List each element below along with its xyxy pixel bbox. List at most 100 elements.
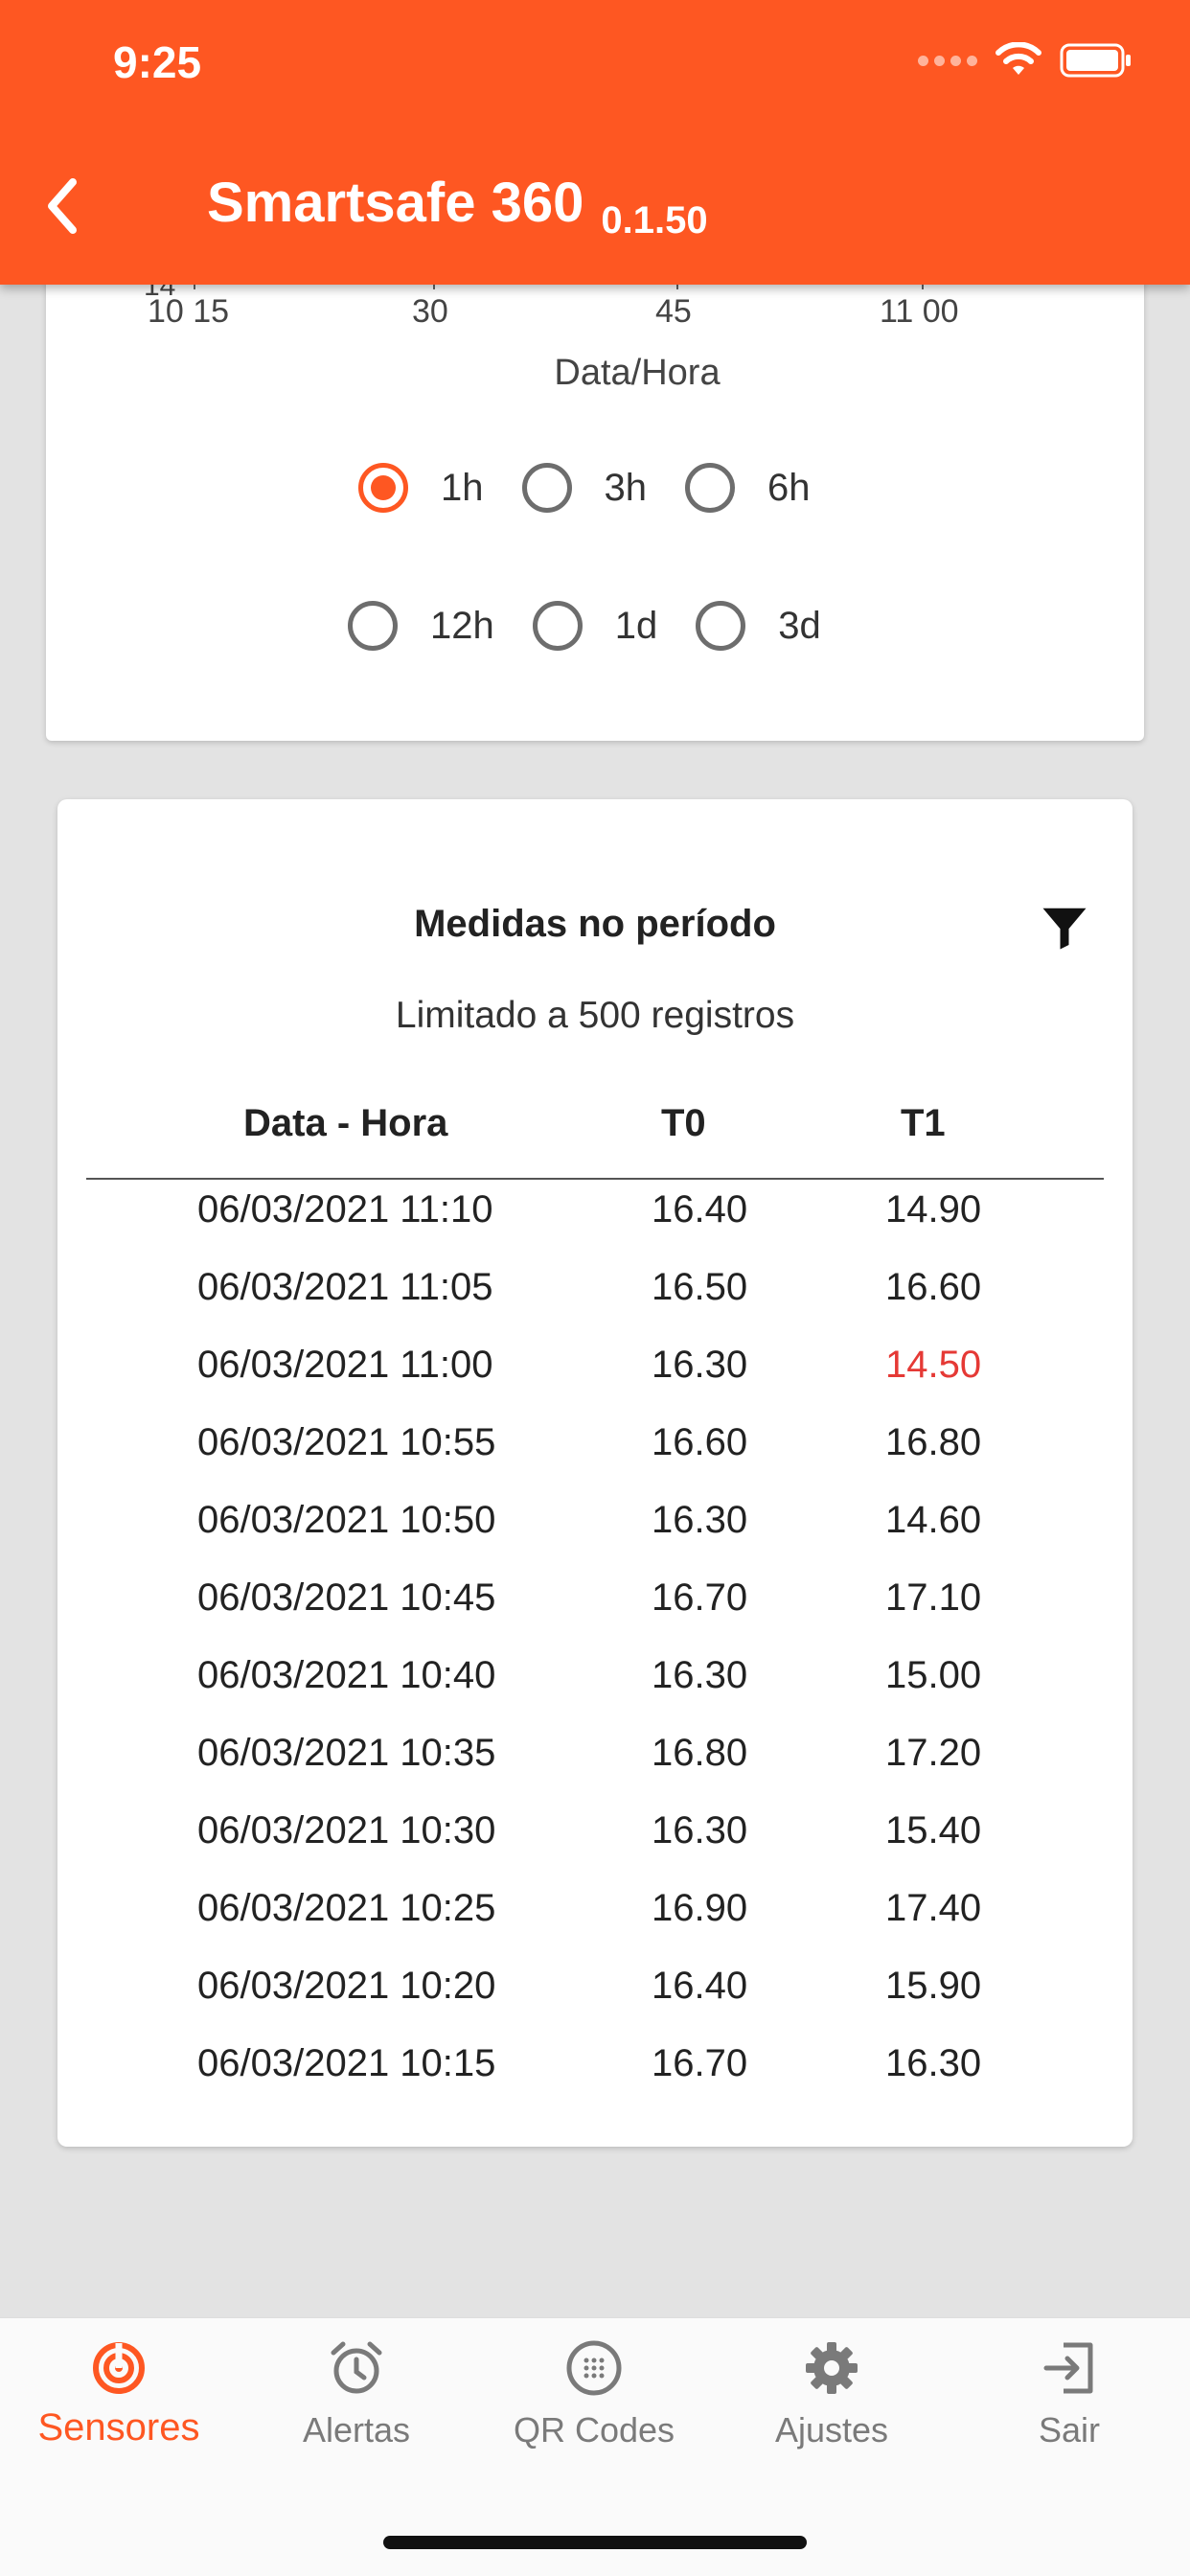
nav-label: Ajustes — [774, 2410, 889, 2450]
cell-datetime: 06/03/2021 10:45 — [197, 1576, 496, 1619]
period-option-1d[interactable]: 1d — [532, 601, 658, 651]
cell-t1: 14.50 — [885, 1344, 982, 1386]
page-title: Smartsafe 360 0.1.50 — [207, 171, 708, 242]
table-row: 06/03/2021 10:50 16.30 14.60 — [0, 1499, 1190, 1576]
battery-icon — [1060, 43, 1131, 78]
cell-t0: 16.30 — [652, 1344, 748, 1386]
cell-t1: 15.90 — [885, 1965, 982, 2007]
nav-item-sensores[interactable]: Sensores — [0, 2318, 238, 2472]
nav-label: Sensores — [37, 2406, 200, 2449]
exit-icon — [1043, 2342, 1093, 2394]
period-option-3d[interactable]: 3d — [696, 601, 821, 651]
period-option-12h[interactable]: 12h — [348, 601, 494, 651]
nav-label: QR Codes — [513, 2410, 675, 2450]
cell-t0: 16.30 — [652, 1499, 748, 1541]
cell-t0: 16.50 — [652, 1266, 748, 1308]
app-header: 9:25 Smartsafe 360 0.1.50 — [0, 0, 1190, 285]
qr-code-icon — [566, 2340, 622, 2396]
status-time: 9:25 — [113, 37, 202, 87]
table-row: 06/03/2021 11:10 16.40 14.90 — [0, 1188, 1190, 1266]
period-option-6h[interactable]: 6h — [685, 463, 811, 513]
app-name: Smartsafe 360 — [207, 172, 584, 234]
chart-x-tick: 30 — [412, 293, 448, 330]
cell-t1: 17.20 — [885, 1732, 982, 1774]
table-row: 06/03/2021 11:05 16.50 16.60 — [0, 1266, 1190, 1344]
nav-item-alertas[interactable]: Alertas — [238, 2318, 475, 2472]
table-row: 06/03/2021 10:40 16.30 15.00 — [0, 1654, 1190, 1732]
period-options-row-2: 12h 1d 3d — [348, 601, 859, 651]
chart-x-axis-label: Data/Hora — [554, 353, 721, 393]
table-row: 06/03/2021 10:15 16.70 16.30 — [0, 2042, 1190, 2120]
nav-item-ajustes[interactable]: Ajustes — [713, 2318, 950, 2472]
cell-t1: 16.60 — [885, 1266, 982, 1308]
table-row: 06/03/2021 10:45 16.70 17.10 — [0, 1576, 1190, 1654]
period-option-3h[interactable]: 3h — [521, 463, 648, 513]
cell-datetime: 06/03/2021 10:50 — [197, 1499, 496, 1541]
period-option-1h[interactable]: 1h — [358, 463, 484, 513]
table-row: 06/03/2021 10:20 16.40 15.90 — [0, 1965, 1190, 2042]
sensor-icon — [93, 2342, 145, 2394]
nav-label: Alertas — [302, 2410, 411, 2450]
period-option-label: 1d — [614, 604, 658, 647]
nav-item-qr-codes[interactable]: QR Codes — [475, 2318, 713, 2472]
cell-t1: 15.40 — [885, 1809, 982, 1852]
cell-datetime: 06/03/2021 10:40 — [197, 1654, 496, 1696]
period-option-label: 6h — [767, 466, 811, 509]
cell-datetime: 06/03/2021 11:10 — [197, 1188, 493, 1230]
cell-t0: 16.90 — [652, 1887, 748, 1929]
cell-datetime: 06/03/2021 10:25 — [197, 1887, 496, 1929]
cell-t1: 14.60 — [885, 1499, 982, 1541]
table-row: 06/03/2021 10:30 16.30 15.40 — [0, 1809, 1190, 1887]
table-row: 06/03/2021 10:25 16.90 17.40 — [0, 1887, 1190, 1965]
cell-t0: 16.30 — [652, 1809, 748, 1852]
cell-t1: 16.30 — [885, 2042, 982, 2084]
radio-unchecked-icon[interactable] — [685, 463, 735, 513]
radio-unchecked-icon[interactable] — [348, 601, 398, 651]
home-indicator — [383, 2536, 807, 2549]
column-header-t0: T0 — [661, 1102, 706, 1144]
cell-t0: 16.70 — [652, 2042, 748, 2084]
cell-t1: 15.00 — [885, 1654, 982, 1696]
cell-t0: 16.40 — [652, 1188, 748, 1230]
cell-t0: 16.80 — [652, 1732, 748, 1774]
gear-icon — [806, 2342, 858, 2394]
period-option-label: 1h — [441, 466, 484, 509]
chart-x-tick: 10 15 — [148, 293, 230, 330]
radio-unchecked-icon[interactable] — [532, 601, 583, 651]
table-row: 06/03/2021 11:00 16.30 14.50 — [0, 1344, 1190, 1421]
cell-t1: 17.10 — [885, 1576, 982, 1619]
cell-t1: 17.40 — [885, 1887, 982, 1929]
nav-item-sair[interactable]: Sair — [950, 2318, 1188, 2472]
app-version: 0.1.50 — [601, 199, 708, 242]
filter-icon[interactable] — [1039, 901, 1090, 954]
cell-t0: 16.40 — [652, 1965, 748, 2007]
radio-unchecked-icon[interactable] — [696, 601, 746, 651]
signal-icon — [918, 55, 977, 66]
cell-datetime: 06/03/2021 10:35 — [197, 1732, 496, 1774]
column-header-t1: T1 — [901, 1102, 946, 1144]
cell-t1: 16.80 — [885, 1421, 982, 1463]
period-option-label: 12h — [430, 604, 494, 647]
cell-datetime: 06/03/2021 10:20 — [197, 1965, 496, 2007]
radio-unchecked-icon[interactable] — [521, 463, 572, 513]
back-arrow-icon[interactable] — [38, 172, 96, 240]
cell-t0: 16.30 — [652, 1654, 748, 1696]
period-option-label: 3d — [778, 604, 821, 647]
chart-x-tick: 11 00 — [880, 293, 959, 330]
cell-datetime: 06/03/2021 10:30 — [197, 1809, 496, 1852]
alarm-clock-icon — [331, 2341, 382, 2394]
period-options-row-1: 1h 3h 6h — [358, 463, 849, 513]
measures-title: Medidas no período — [414, 903, 776, 945]
column-header-datetime: Data - Hora — [243, 1102, 448, 1144]
nav-label: Sair — [1038, 2410, 1101, 2450]
radio-checked-icon[interactable] — [358, 463, 408, 513]
table-header-divider — [86, 1178, 1104, 1180]
table-row: 06/03/2021 10:35 16.80 17.20 — [0, 1732, 1190, 1809]
wifi-icon — [995, 42, 1041, 75]
period-option-label: 3h — [604, 466, 648, 509]
cell-datetime: 06/03/2021 10:55 — [197, 1421, 496, 1463]
chart-x-tick: 45 — [655, 293, 692, 330]
cell-datetime: 06/03/2021 10:15 — [197, 2042, 496, 2084]
cell-datetime: 06/03/2021 11:05 — [197, 1266, 493, 1308]
measures-subtitle: Limitado a 500 registros — [395, 995, 795, 1036]
